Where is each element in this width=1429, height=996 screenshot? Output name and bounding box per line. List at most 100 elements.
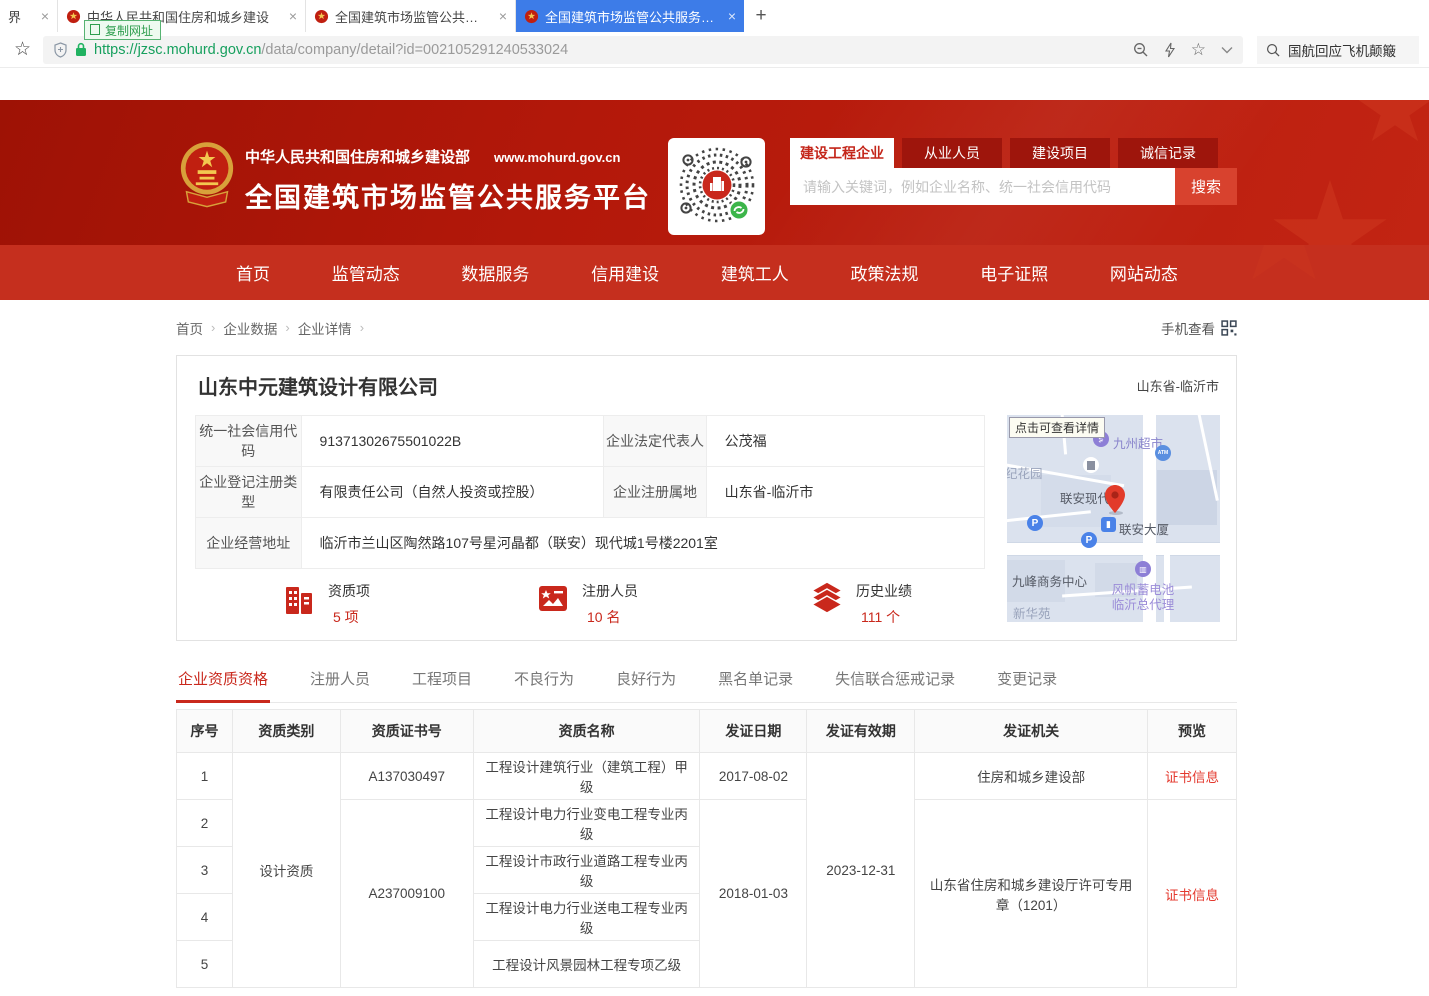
tab-title: 界 [8, 7, 33, 26]
col-header-category: 资质类别 [232, 710, 340, 753]
nav-item-site-news[interactable]: 网站动态 [1110, 260, 1178, 285]
qualification-name: 工程设计市政行业道路工程专业丙级 [473, 847, 700, 894]
search-tab-project[interactable]: 建设项目 [1010, 138, 1110, 168]
browser-tab-2[interactable]: 全国建筑市场监管公共服务平台 × [306, 0, 516, 32]
row-no: 3 [177, 847, 233, 894]
favorite-star-icon[interactable]: ☆ [1191, 40, 1206, 60]
issuing-authority: 山东省住房和城乡建设厅许可专用章（1201） [915, 800, 1148, 988]
copy-tooltip-label: 复制网址 [105, 22, 153, 39]
page-url[interactable]: https://jzsc.mohurd.gov.cn/data/company/… [94, 42, 568, 58]
new-tab-button[interactable]: + [744, 0, 778, 32]
parking-marker-icon: P [1027, 515, 1043, 531]
nav-item-supervision[interactable]: 监管动态 [332, 260, 400, 285]
nav-item-e-license[interactable]: 电子证照 [980, 260, 1048, 285]
site-search-panel: 建设工程企业 从业人员 建设项目 诚信记录 搜索 [790, 138, 1237, 205]
table-header-row: 序号 资质类别 资质证书号 资质名称 发证日期 发证有效期 发证机关 预览 [177, 710, 1237, 753]
url-field[interactable]: https://jzsc.mohurd.gov.cn/data/company/… [43, 36, 1243, 64]
shield-permissions-icon[interactable] [53, 42, 68, 58]
site-header: 中华人民共和国住房和城乡建设部 www.mohurd.gov.cn 全国建筑市场监… [0, 100, 1429, 245]
platform-title: 全国建筑市场监管公共服务平台 [245, 176, 651, 215]
secure-lock-icon [75, 42, 87, 57]
location-map[interactable]: 点击可查看详情 ♯ 九州超市 ATM 纪花园 联安现代城 ▮ 联安大厦 P P … [1007, 415, 1220, 622]
breadcrumb-company-detail[interactable]: 企业详情 [298, 318, 352, 338]
nav-item-workers[interactable]: 建筑工人 [721, 260, 789, 285]
field-label: 统一社会信用代码 [196, 416, 302, 467]
gov-emblem-favicon [314, 9, 329, 24]
ministry-name: 中华人民共和国住房和城乡建设部 [245, 149, 470, 166]
flag-star-decoration [1229, 245, 1339, 289]
certificate-card-icon [535, 580, 571, 616]
map-poi-label: 纪花园 [1007, 463, 1043, 482]
col-header-issue-date: 发证日期 [700, 710, 807, 753]
tab-change-records[interactable]: 变更记录 [995, 660, 1059, 703]
map-poi-label: 九峰商务中心 [1012, 571, 1087, 590]
field-label: 企业注册属地 [604, 467, 706, 518]
tab-title: 全国建筑市场监管公共服务平台 [335, 7, 491, 26]
qualification-name: 工程设计电力行业送电工程专业丙级 [473, 894, 700, 941]
tab-blacklist[interactable]: 黑名单记录 [716, 660, 795, 703]
mobile-view-button[interactable]: 手机查看 [1161, 318, 1237, 338]
qualification-name: 工程设计电力行业变电工程专业丙级 [473, 800, 700, 847]
browser-search-box[interactable]: 国航回应飞机颠簸 [1257, 36, 1419, 64]
search-tab-enterprise[interactable]: 建设工程企业 [790, 138, 894, 168]
stat-label: 注册人员 [582, 581, 638, 601]
stat-historical-performance: 历史业绩 111 个 [809, 580, 912, 627]
breadcrumb-home[interactable]: 首页 [176, 318, 203, 338]
stat-registered-personnel: 注册人员 10 名 [535, 580, 638, 627]
lightning-icon[interactable] [1164, 42, 1176, 58]
cert-no: A137030497 [340, 753, 473, 800]
tab-registered-personnel[interactable]: 注册人员 [308, 660, 372, 703]
copy-url-tooltip: 复制网址 [84, 20, 161, 40]
breadcrumb-company-data[interactable]: 企业数据 [223, 318, 277, 338]
zoom-out-icon[interactable] [1133, 42, 1149, 58]
building-marker-icon [1083, 457, 1099, 473]
tab-close-icon[interactable]: × [289, 8, 297, 24]
breadcrumb-separator: › [211, 320, 215, 335]
nav-item-credit[interactable]: 信用建设 [591, 260, 659, 285]
tab-title: 全国建筑市场监管公共服务平台 [545, 7, 720, 26]
atm-marker-icon: ATM [1155, 445, 1171, 461]
nav-item-data-service[interactable]: 数据服务 [461, 260, 529, 285]
qr-code-icon [1221, 320, 1237, 336]
field-label: 企业法定代表人 [604, 416, 706, 467]
miniprogram-qr-code [668, 138, 765, 235]
cert-no: A237009100 [340, 800, 473, 988]
ministry-url: www.mohurd.gov.cn [494, 150, 620, 165]
browser-tab-0[interactable]: 界 × [0, 0, 58, 32]
search-category-tabs: 建设工程企业 从业人员 建设项目 诚信记录 [790, 138, 1237, 168]
bookmark-star-icon[interactable]: ☆ [14, 38, 31, 61]
national-emblem-logo [179, 138, 235, 208]
browser-address-bar: ☆ https://jzsc.mohurd.gov.cn/data/compan… [0, 32, 1429, 68]
table-row: 1 设计资质 A137030497 工程设计建筑行业（建筑工程）甲级 2017-… [177, 753, 1237, 800]
site-logo-text: 中华人民共和国住房和城乡建设部 www.mohurd.gov.cn 全国建筑市场监… [245, 146, 651, 215]
nav-item-policy[interactable]: 政策法规 [851, 260, 919, 285]
gov-emblem-favicon [66, 9, 81, 24]
parking-marker-icon: P [1081, 532, 1097, 548]
tab-qualifications[interactable]: 企业资质资格 [176, 660, 270, 703]
nav-item-home[interactable]: 首页 [236, 260, 270, 285]
certificate-info-link[interactable]: 证书信息 [1148, 800, 1237, 988]
battery-shop-marker-icon: ▥ [1135, 561, 1151, 577]
map-poi-label: 新华苑 [1013, 603, 1051, 622]
tab-good-behavior[interactable]: 良好行为 [614, 660, 678, 703]
tab-dishonesty-records[interactable]: 失信联合惩戒记录 [833, 660, 957, 703]
browser-tab-active[interactable]: 全国建筑市场监管公共服务平台 × [516, 0, 744, 32]
certificate-info-link[interactable]: 证书信息 [1148, 753, 1237, 800]
tab-close-icon[interactable]: × [41, 8, 49, 24]
tab-close-icon[interactable]: × [728, 8, 736, 24]
stat-value: 10 名 [582, 607, 638, 627]
company-info-table: 统一社会信用代码 91371302675501022B 企业法定代表人 公茂福 … [195, 415, 985, 569]
tab-close-icon[interactable]: × [499, 8, 507, 24]
breadcrumb-separator: › [285, 320, 289, 335]
copy-icon [92, 26, 100, 35]
stat-value: 111 个 [856, 607, 912, 627]
stat-value: 5 项 [328, 607, 370, 627]
detail-tab-bar: 企业资质资格 注册人员 工程项目 不良行为 良好行为 黑名单记录 失信联合惩戒记… [176, 660, 1237, 703]
tab-projects[interactable]: 工程项目 [410, 660, 474, 703]
search-tab-credit[interactable]: 诚信记录 [1118, 138, 1218, 168]
search-tab-personnel[interactable]: 从业人员 [902, 138, 1002, 168]
keyword-search-input[interactable] [790, 168, 1175, 205]
tab-bad-behavior[interactable]: 不良行为 [512, 660, 576, 703]
chevron-down-icon[interactable] [1221, 46, 1233, 54]
search-button[interactable]: 搜索 [1175, 168, 1237, 205]
